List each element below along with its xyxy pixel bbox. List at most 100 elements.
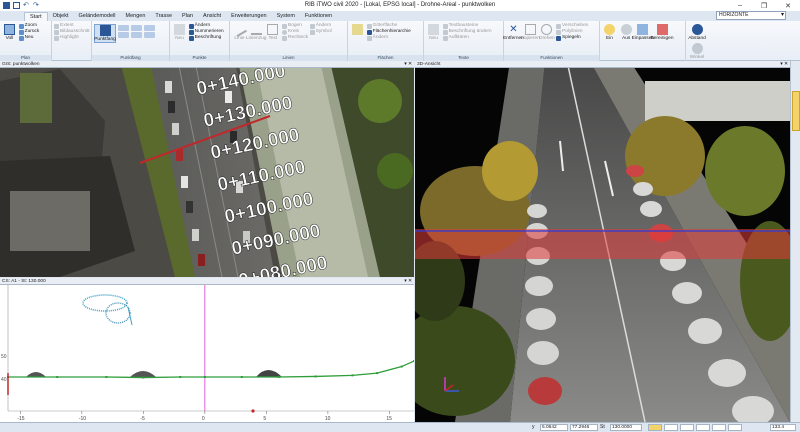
tab-funktionen[interactable]: Funktionen <box>300 12 337 21</box>
aerial-map[interactable]: 0+140.000 0+130.000 0+120.000 0+110.000 … <box>0 61 414 277</box>
settings-indicator-icon[interactable] <box>728 424 742 431</box>
cross-section-header: CS: A1 - St: 130.000 ▾ ✕ <box>0 278 414 285</box>
y-tick-label: 50 <box>1 354 7 360</box>
tab-objekt[interactable]: Objekt <box>48 12 74 21</box>
profile-vertex <box>142 376 145 379</box>
close-icon[interactable]: ▾ ✕ <box>404 278 412 285</box>
tab-start[interactable]: Start <box>24 12 48 21</box>
station-marker <box>251 409 255 413</box>
numbering-icon <box>188 29 194 35</box>
point-cloud-3d[interactable] <box>415 61 790 422</box>
minimize-icon[interactable]: – <box>728 0 752 11</box>
ribbon-group-punktfang: Punktfang Punktfang <box>92 21 170 61</box>
new-view-icon <box>18 35 24 41</box>
close-icon[interactable]: ▾ ✕ <box>780 61 788 68</box>
angle-icon <box>691 43 703 54</box>
point-label-button[interactable]: Beschriftung <box>188 35 224 41</box>
mirror-button[interactable]: Spiegeln <box>556 35 588 41</box>
tab-gelaendemodell[interactable]: Geländemodell <box>74 12 121 21</box>
edit-surface-button[interactable]: Ändern <box>366 35 411 41</box>
view-selector[interactable]: HORIZONTE <box>716 11 786 20</box>
lightbulb-off-icon <box>620 24 632 35</box>
show-button[interactable]: Ein <box>602 24 617 41</box>
snap-mode-icon[interactable] <box>130 32 142 38</box>
snap-mode-icon[interactable] <box>143 32 155 38</box>
rectangle-button[interactable]: Rechteck <box>282 35 308 41</box>
cross-section-panel[interactable]: CS: A1 - St: 130.000 ▾ ✕ 50 40 -15 -10 -5 0… <box>0 278 414 422</box>
cross-section-title: CS: A1 - St: 130.000 <box>2 279 46 284</box>
ribbon-group-extent: Extent Bildausschnitt Highlight <box>52 21 92 61</box>
text-icon <box>267 24 279 35</box>
ribbon-group-display: Ein Aus Einpassen Bereinigen <box>600 21 686 61</box>
text-block-icon <box>442 23 448 29</box>
angle-button[interactable]: Winkel <box>688 43 706 60</box>
rotate-button[interactable]: Drehen <box>539 24 555 41</box>
tree <box>377 153 413 189</box>
new-point-button[interactable]: Neu <box>172 24 187 41</box>
ribbon-group-plan: Voll Zoom Zurück Neu Plan <box>0 21 52 61</box>
fit-icon <box>637 24 649 35</box>
snap-mode-icon[interactable] <box>130 25 142 31</box>
ortho-indicator-icon[interactable] <box>680 424 694 431</box>
tab-mengen[interactable]: Mengen <box>121 12 151 21</box>
explode-button[interactable]: Aufklären <box>442 35 492 41</box>
sidebar-tab[interactable] <box>792 91 800 131</box>
line-button[interactable]: Linie <box>231 21 248 41</box>
section-band <box>415 229 790 259</box>
maximize-icon[interactable]: ❐ <box>752 0 776 11</box>
snap-indicator-icon[interactable] <box>648 424 662 431</box>
text-icon <box>428 24 439 35</box>
ribbon-group-texte: Neu Textbausteine Beschriftung ändern Au… <box>424 21 504 61</box>
circle-icon <box>282 29 288 35</box>
x-coord-value: 77.2946 <box>570 424 598 431</box>
delete-button[interactable]: ✕ Entfernen <box>503 24 524 41</box>
distance-button[interactable]: Abstand <box>688 24 706 41</box>
surface-button[interactable] <box>350 24 365 36</box>
copy-button[interactable]: Kopieren <box>521 24 540 41</box>
highlight-button[interactable]: Highlight <box>54 35 90 41</box>
copy-icon <box>524 24 536 35</box>
full-view-icon <box>4 24 15 35</box>
tab-system[interactable]: System <box>272 12 300 21</box>
clean-button[interactable]: Bereinigen <box>651 24 673 41</box>
symbol-icon <box>309 29 315 35</box>
ribbon-group-funktionen: ✕ Entfernen Kopieren Drehen Verschieben P… <box>503 21 600 61</box>
close-icon[interactable]: ✕ <box>776 0 800 11</box>
rectangle-icon <box>282 35 288 41</box>
profile-vertex <box>413 360 414 363</box>
gis-view-panel[interactable]: 0+140.000 0+130.000 0+120.000 0+110.000 … <box>0 61 414 277</box>
window-title: RIB iTWO civil 2020 - [Lokal, EPSG local… <box>304 2 496 8</box>
y-coord-value: 5.0642 <box>540 424 568 431</box>
snap-mode-icon[interactable] <box>117 25 129 31</box>
lock-indicator-icon[interactable] <box>712 424 726 431</box>
edit-icon <box>309 23 315 29</box>
polyline-button[interactable]: Linienzug <box>246 24 266 41</box>
cross-section-chart[interactable]: 50 40 -15 -10 -5 0 5 10 15 <box>0 285 414 422</box>
tab-erweiterungen[interactable]: Erweiterungen <box>226 12 271 21</box>
snap-mode-icon[interactable] <box>143 25 155 31</box>
tab-plan[interactable]: Plan <box>177 12 198 21</box>
tab-ansicht[interactable]: Ansicht <box>198 12 226 21</box>
snap-button[interactable]: Punktfang <box>94 24 116 43</box>
polyline-icon <box>250 24 262 35</box>
grid-icon <box>366 23 372 29</box>
profile-vertex <box>179 376 182 378</box>
chart-background <box>0 285 414 422</box>
edit-icon <box>442 29 448 35</box>
new-text-button[interactable]: Neu <box>426 24 441 41</box>
grid-indicator-icon[interactable] <box>664 424 678 431</box>
hierarchy-icon <box>366 29 372 35</box>
layer-indicator-icon[interactable] <box>696 424 710 431</box>
close-icon[interactable]: ▾ ✕ <box>404 61 412 68</box>
symbol-button[interactable]: Symbol <box>309 29 332 35</box>
tab-trasse[interactable]: Trasse <box>150 12 177 21</box>
app-window: ↶ ↷ RIB iTWO civil 2020 - [Lokal, EPSG l… <box>0 0 800 432</box>
snap-mode-icon[interactable] <box>117 32 129 38</box>
3d-view-panel[interactable]: 3D-Ansicht ▾ ✕ <box>415 61 790 422</box>
fit-button[interactable]: Einpassen <box>632 24 654 41</box>
text-line-button[interactable]: Text <box>265 24 280 41</box>
3d-panel-title: 3D-Ansicht <box>417 62 441 67</box>
new-view-button[interactable]: Neu <box>18 35 40 41</box>
full-view-button[interactable]: Voll <box>2 24 17 41</box>
mirror-icon <box>556 35 562 41</box>
